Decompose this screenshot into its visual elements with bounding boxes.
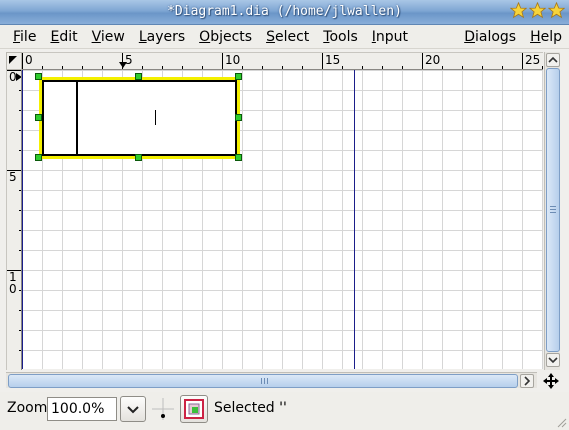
grip-icon <box>550 206 556 213</box>
scroll-up-button[interactable] <box>546 53 560 67</box>
resize-handle-left[interactable] <box>35 114 42 121</box>
window-titlebar[interactable]: *Diagram1.dia (/home/jlwallen) <box>0 0 569 25</box>
resize-handle-bottom-left[interactable] <box>35 154 42 161</box>
vertical-scroll-thumb[interactable] <box>546 68 560 352</box>
vertical-ruler[interactable]: 0 5 10 <box>6 70 22 370</box>
menu-help[interactable]: Help <box>523 26 569 48</box>
menu-select[interactable]: Select <box>259 26 316 48</box>
shape-box[interactable] <box>42 80 237 156</box>
star-icon[interactable] <box>548 2 565 19</box>
status-bar: Zoom Selected '' <box>0 392 569 430</box>
zoom-label: Zoom <box>7 400 48 416</box>
horizontal-scrollbar[interactable] <box>6 372 537 388</box>
ruler-label: 20 <box>425 53 441 67</box>
zoom-dropdown-button[interactable] <box>120 396 146 422</box>
ruler-origin-icon <box>9 56 17 64</box>
menu-label: bjects <box>210 28 253 45</box>
menu-label: ools <box>329 28 358 45</box>
ruler-label: 5 <box>125 53 133 67</box>
horizontal-scroll-thumb[interactable] <box>8 374 518 388</box>
ruler-label: 0 <box>25 53 33 67</box>
window-controls <box>510 2 565 22</box>
vertical-ruler-ticks <box>7 70 21 351</box>
menu-mnemonic: H <box>530 28 541 45</box>
menu-mnemonic: O <box>199 28 211 45</box>
menu-label: ialogs <box>474 28 517 45</box>
scroll-down-button[interactable] <box>546 353 560 367</box>
grip-icon <box>261 378 268 384</box>
vertical-scrollbar[interactable] <box>544 52 560 370</box>
text-cursor <box>155 110 156 125</box>
menu-mnemonic: L <box>138 28 147 45</box>
menu-mnemonic: V <box>91 28 101 45</box>
snap-to-grid-button[interactable] <box>150 396 176 422</box>
menu-label: elp <box>540 28 562 45</box>
menu-mnemonic: E <box>50 28 60 45</box>
menu-dialogs[interactable]: Dialogs <box>457 26 523 48</box>
navigate-cross-icon[interactable] <box>542 372 560 390</box>
menu-tools[interactable]: Tools <box>316 26 365 48</box>
scroll-right-button[interactable] <box>520 374 534 388</box>
ruler-label: 25 <box>525 53 541 67</box>
star-icon[interactable] <box>529 2 546 19</box>
object-properties-icon <box>184 399 204 419</box>
ruler-label: 5 <box>9 170 17 184</box>
selected-shape[interactable] <box>35 73 242 161</box>
menu-mnemonic: S <box>266 28 275 45</box>
chevron-down-icon <box>548 357 558 364</box>
resize-handle-top-right[interactable] <box>235 73 242 80</box>
ruler-corner <box>6 52 22 70</box>
menu-label: ayers <box>146 28 186 45</box>
menu-input-methods[interactable]: Input Methods <box>365 26 457 67</box>
chevron-up-icon <box>548 56 558 63</box>
resize-grip-icon[interactable] <box>555 416 567 428</box>
page-boundary-line <box>22 70 23 369</box>
star-icon[interactable] <box>510 2 527 19</box>
resize-handle-right[interactable] <box>235 114 242 121</box>
resize-handle-bottom[interactable] <box>135 154 142 161</box>
horizontal-ruler[interactable]: 0 5 10 15 20 25 <box>22 52 543 70</box>
menu-edit[interactable]: Edit <box>43 26 84 48</box>
menu-label: iew <box>100 28 125 45</box>
snap-to-grid-icon <box>152 398 174 420</box>
ruler-label: 10 <box>9 270 17 296</box>
resize-handle-top-left[interactable] <box>35 73 42 80</box>
chevron-down-icon <box>127 406 139 414</box>
ruler-label: 15 <box>325 53 341 67</box>
shape-divider-left <box>76 80 78 156</box>
selection-status-text: Selected '' <box>214 400 287 416</box>
menu-label: elect <box>274 28 310 45</box>
diagram-canvas[interactable] <box>22 70 543 369</box>
ruler-label: 10 <box>225 53 241 67</box>
horizontal-ruler-ticks <box>22 53 543 69</box>
menu-label: dit <box>59 28 78 45</box>
chevron-right-icon <box>524 376 531 386</box>
menu-objects[interactable]: Objects <box>192 26 259 48</box>
zoom-input[interactable] <box>47 397 117 421</box>
menu-label: ile <box>20 28 37 45</box>
object-properties-button[interactable] <box>180 395 208 423</box>
resize-handle-top[interactable] <box>135 73 142 80</box>
menu-mnemonic: F <box>13 28 21 45</box>
menu-layers[interactable]: Layers <box>132 26 192 48</box>
menu-mnemonic: D <box>464 28 475 45</box>
page-boundary-line <box>354 70 355 369</box>
menu-view[interactable]: View <box>85 26 132 48</box>
resize-handle-bottom-right[interactable] <box>235 154 242 161</box>
window-title: *Diagram1.dia (/home/jlwallen) <box>167 4 402 19</box>
menu-file[interactable]: File <box>6 26 43 48</box>
ruler-label: 0 <box>9 70 17 84</box>
menu-bar: File Edit View Layers Objects Select Too… <box>0 25 569 67</box>
